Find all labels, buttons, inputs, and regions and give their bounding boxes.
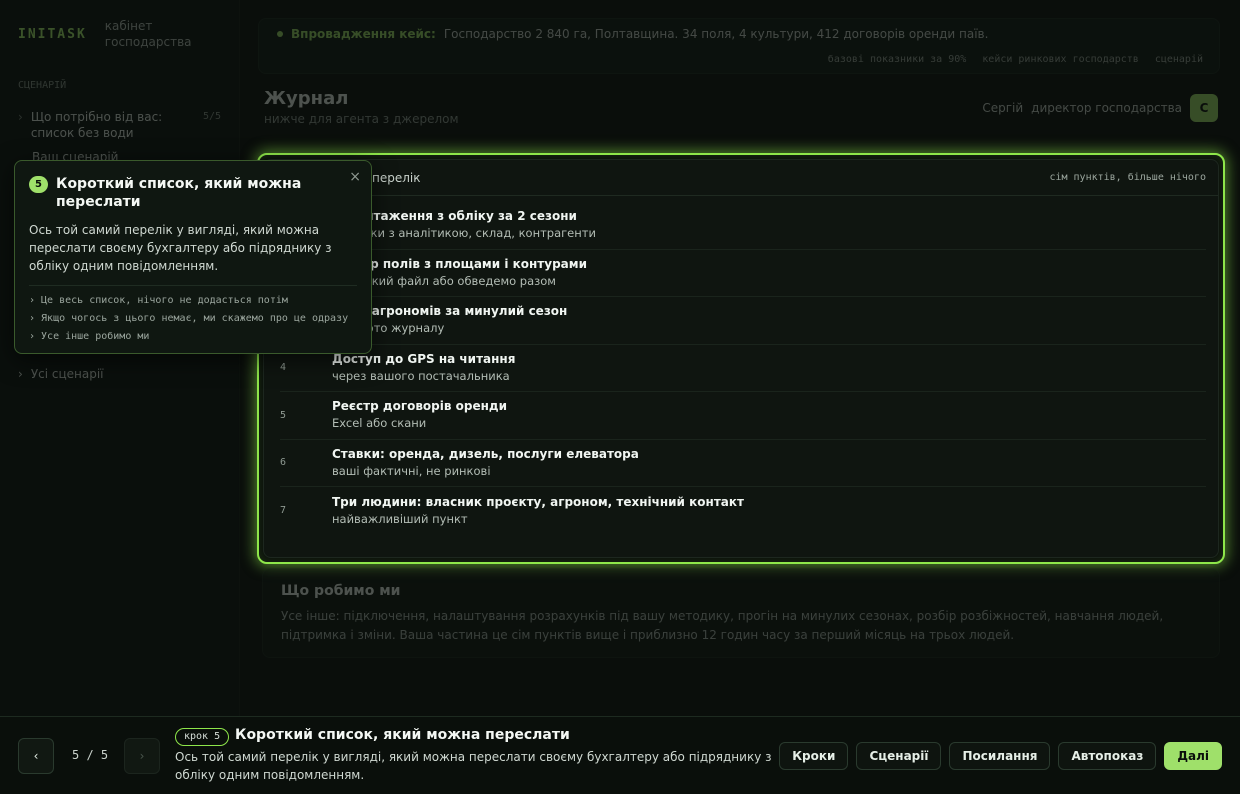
tour-popover: 5 Короткий список, який можна переслати … (14, 160, 372, 354)
steps-button[interactable]: Кроки (779, 742, 849, 770)
step-counter: 5 / 5 (72, 748, 109, 762)
item-subtitle: найважливіший пункт (332, 511, 468, 526)
page-subtitle: нижче для агента з джерелом (264, 112, 459, 126)
tour-bar: ‹ 5 / 5 › крок 5 Короткий список, який м… (0, 716, 1240, 794)
list-item: 5 Реєстр договорів оренди Excel або скан… (280, 392, 1206, 440)
popover-title: Короткий список, який можна переслати (56, 176, 302, 210)
brand-subtitle: кабінет господарства (104, 19, 192, 49)
chevron-right-icon: › (18, 110, 23, 124)
next-button[interactable]: Далі (1164, 742, 1222, 770)
step-pill: крок 5 (175, 728, 230, 746)
bullet-item: › Усе інше робимо ми (29, 331, 150, 342)
list-item: 1 Вивантаження з обліку за 2 сезони зали… (280, 202, 1206, 250)
sidebar-item-all-scenarios[interactable]: › Усі сценарії (18, 367, 104, 381)
sidebar-item-label: Що потрібно від вас: список без води (30, 110, 163, 140)
bullet-item: › Це весь список, нічого не додасться по… (29, 295, 288, 306)
links-button[interactable]: Посилання (949, 742, 1051, 770)
popover-body: Ось той самий перелік у вигляді, який мо… (29, 223, 332, 273)
next-step-arrow-button[interactable]: › (124, 738, 160, 774)
avatar[interactable]: С (1190, 94, 1218, 122)
case-banner: Впровадження кейс: Господарство 2 840 га… (258, 18, 1220, 74)
checklist-header: перелік сім пунктів, більше нічого (264, 160, 1218, 196)
item-title: Реєстр договорів оренди (332, 399, 508, 414)
item-subtitle: ваші фактичні, не ринкові (332, 463, 491, 478)
item-subtitle: через вашого постачальника (332, 368, 510, 383)
list-item: 7 Три людини: власник проєкту, агроном, … (280, 487, 1206, 535)
item-title: Три людини: власник проєкту, агроном, те… (332, 494, 744, 509)
list-item: 6 Ставки: оренда, дизель, послуги елеват… (280, 440, 1206, 487)
tour-actions: Кроки Сценарії Посилання Автопоказ Далі (779, 742, 1222, 770)
we-do-text: Усе інше: підключення, налаштування розр… (281, 609, 1164, 642)
page-title: Журнал (264, 88, 349, 109)
item-number: 4 (280, 362, 287, 374)
user-menu[interactable]: Сергій директор господарства С (982, 94, 1218, 122)
sidebar-item-requirements[interactable]: › Що потрібно від вас: список без води 5… (18, 109, 221, 141)
item-number: 5 (280, 409, 287, 421)
checklist-note: сім пунктів, більше нічого (1049, 172, 1206, 183)
list-item: 4 Доступ до GPS на читання через вашого … (280, 345, 1206, 392)
sidebar-item-label: Усі сценарії (30, 367, 104, 381)
item-title: Ставки: оренда, дизель, послуги елеватор… (332, 446, 639, 461)
divider (29, 285, 357, 286)
item-number: 6 (280, 457, 287, 469)
close-icon[interactable]: × (349, 169, 361, 185)
banner-text: Господарство 2 840 га, Полтавщина. 34 по… (443, 27, 989, 41)
chevron-right-icon: › (18, 367, 23, 381)
popover-bullets: › Це весь список, нічого не додасться по… (29, 292, 357, 346)
item-number: 7 (280, 505, 287, 517)
brand: INITASK кабінет господарства (18, 18, 221, 50)
sidebar: INITASK кабінет господарства сценарій › … (0, 0, 240, 716)
status-dot-icon (277, 31, 283, 37)
checklist-title: перелік (372, 171, 421, 185)
sidebar-section-label: сценарій (18, 80, 67, 91)
autoplay-button[interactable]: Автопоказ (1058, 742, 1157, 770)
banner-label: Впровадження кейс: (291, 27, 436, 41)
list-item: 2 Реєстр полів з площами і контурами буд… (280, 250, 1206, 297)
tour-text: Ось той самий перелік у вигляді, який мо… (175, 750, 772, 782)
user-role: директор господарства (1031, 101, 1182, 115)
banner-link-baseline[interactable]: базові показники за 90% (828, 54, 966, 65)
list-item: 3 Звіти агрономів за минулий сезон або ф… (280, 297, 1206, 345)
bullet-item: › Якщо чогось з цього немає, ми скажемо … (29, 313, 349, 324)
banner-link-scenario[interactable]: сценарій (1155, 54, 1203, 65)
we-do-section: Що робимо ми Усе інше: підключення, нала… (262, 568, 1220, 658)
sidebar-item-count: 5/5 (202, 111, 221, 122)
we-do-title: Що робимо ми (281, 583, 401, 599)
brand-logo: INITASK (18, 27, 87, 42)
highlighted-checklist: перелік сім пунктів, більше нічого 1 Вив… (257, 153, 1225, 564)
user-name: Сергій (982, 101, 1024, 115)
prev-step-button[interactable]: ‹ (18, 738, 54, 774)
checklist-card: перелік сім пунктів, більше нічого 1 Вив… (263, 159, 1219, 558)
item-subtitle: Excel або скани (332, 416, 427, 431)
step-badge: 5 (29, 176, 48, 193)
scenarios-button[interactable]: Сценарії (856, 742, 942, 770)
banner-link-cases[interactable]: кейси ринкових господарств (982, 54, 1139, 65)
tour-title: Короткий список, який можна переслати (235, 727, 570, 743)
checklist-rows: 1 Вивантаження з обліку за 2 сезони зали… (264, 196, 1218, 535)
